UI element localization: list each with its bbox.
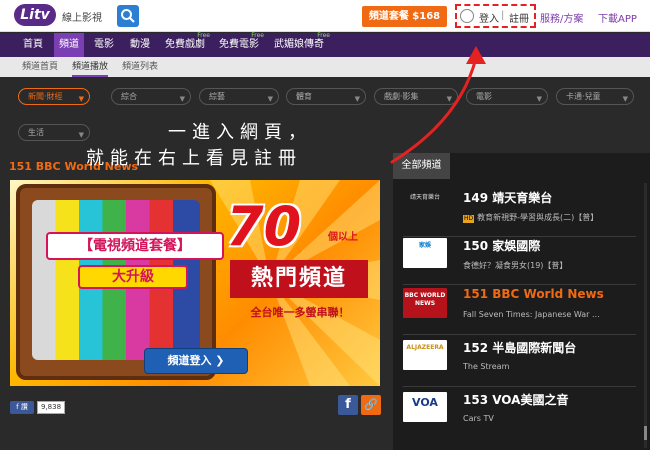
facebook-share-button[interactable]: f: [338, 395, 358, 415]
nav-free-movies[interactable]: 免費電影 Free: [214, 32, 264, 57]
free-tag: Free: [317, 32, 330, 39]
chevron-down-icon: ▼: [622, 95, 628, 103]
nav-free-movies-label: 免費電影: [219, 39, 259, 50]
channel-program: Cars TV: [463, 414, 494, 423]
user-icon: [460, 9, 474, 23]
filter-drama[interactable]: 戲劇‧影集 ▼: [374, 88, 458, 105]
filter-movies[interactable]: 電影 ▼: [466, 88, 548, 105]
annotation-line-1: 一進入網頁，: [168, 122, 312, 143]
channel-program: Fall Seven Times: Japanese War ...: [463, 310, 600, 319]
register-link[interactable]: 註冊: [509, 10, 529, 25]
chevron-down-icon: ▼: [179, 95, 185, 103]
chevron-down-icon: ▼: [78, 95, 84, 103]
nav-anime[interactable]: 動漫: [122, 33, 158, 57]
tab-channel-play[interactable]: 頻道播放: [72, 57, 109, 77]
search-icon: [121, 9, 135, 23]
channel-program: HD 教育新視野-學習與成長(二)【普】: [463, 212, 598, 223]
nav-movies-label: 電影: [94, 39, 114, 50]
filter-label: 電影: [476, 92, 492, 101]
channel-logo: VOA: [403, 392, 447, 422]
service-plan-link[interactable]: 服務/方案: [540, 10, 583, 25]
litv-logo[interactable]: Litv: [14, 4, 56, 26]
channel-row[interactable]: ALJAZEERA 152 半島國際新聞台 The Stream: [403, 331, 636, 387]
filter-label: 體育: [296, 92, 312, 101]
nav-home-label: 首頁: [23, 39, 43, 50]
filter-variety[interactable]: 綜藝 ▼: [199, 88, 279, 105]
channel-login-button[interactable]: 頻道登入 ❯: [144, 348, 248, 374]
search-button[interactable]: [117, 5, 139, 27]
filter-general[interactable]: 綜合 ▼: [111, 88, 191, 105]
tab-channel-home[interactable]: 頻道首頁: [22, 57, 58, 77]
nav-movies[interactable]: 電影: [86, 33, 122, 57]
video-player[interactable]: 【電視頻道套餐】 大升級 70 個以上 熱門頻道 全台唯一多螢串聯！ 頻道登入 …: [10, 180, 380, 386]
nav-home[interactable]: 首頁: [12, 33, 54, 57]
filter-label: 戲劇‧影集: [384, 92, 419, 101]
channel-row[interactable]: VOA 153 VOA美國之音 Cars TV: [403, 383, 636, 439]
top-header: Litv 線上影視 頻道套餐 $168 登入 | 註冊 服務/方案 下載APP: [0, 0, 650, 32]
free-tag: Free: [251, 32, 264, 39]
promo-hot-channels: 熱門頻道: [230, 260, 368, 298]
filter-label: 綜藝: [209, 92, 225, 101]
nav-free-drama[interactable]: 免費戲劇 Free: [160, 32, 210, 57]
nav-wu-mei-niang-label: 武媚娘傳奇: [274, 39, 324, 50]
channel-logo: 家娛: [403, 238, 447, 268]
channel-row-current[interactable]: BBC WORLD NEWS 151 BBC World News Fall S…: [403, 279, 636, 335]
channel-name: 151 BBC World News: [463, 287, 604, 301]
channel-row[interactable]: 家娛 150 家娛國際 食德好？凝食男女(19)【普】: [403, 229, 636, 285]
filter-kids[interactable]: 卡通‧兒童 ▼: [556, 88, 634, 105]
link-share-button[interactable]: 🔗: [361, 395, 381, 415]
chevron-down-icon: ▼: [446, 95, 452, 103]
channel-program: 食德好？凝食男女(19)【普】: [463, 261, 568, 270]
filter-label: 新聞‧財經: [28, 92, 63, 101]
like-count: 9,838: [37, 401, 66, 414]
filter-label: 生活: [28, 128, 44, 137]
filter-label: 綜合: [121, 92, 137, 101]
login-link[interactable]: 登入: [479, 10, 499, 25]
login-register-box: 登入 | 註冊: [455, 4, 536, 28]
program-title: 教育新視野-學習與成長(二)【普】: [477, 213, 599, 222]
nav-free-drama-label: 免費戲劇: [165, 39, 205, 50]
scrollbar-thumb[interactable]: [644, 426, 647, 440]
promo-upgrade: 大升級: [78, 265, 188, 289]
filter-lifestyle[interactable]: 生活 ▼: [18, 124, 90, 141]
chevron-down-icon: ▼: [354, 95, 360, 103]
main-nav: 首頁 頻道 電影 動漫 免費戲劇 Free 免費電影 Free 武媚娘傳奇 Free: [0, 32, 650, 57]
sub-nav: 頻道首頁 頻道播放 頻道列表: [0, 57, 650, 77]
promo-more-than: 個以上: [328, 232, 358, 243]
chevron-down-icon: ▼: [536, 95, 542, 103]
channel-name: 152 半島國際新聞台: [463, 341, 577, 355]
channel-list-panel: 全部頻道 靖天育樂台 149 靖天育樂台 HD 教育新視野-學習與成長(二)【普】…: [393, 153, 650, 450]
channel-name: 153 VOA美國之音: [463, 393, 569, 407]
channel-logo: ALJAZEERA: [403, 340, 447, 370]
nav-channels[interactable]: 頻道: [54, 33, 84, 57]
nav-anime-label: 動漫: [130, 39, 150, 50]
scrollbar-track[interactable]: [644, 183, 647, 448]
filter-label: 卡通‧兒童: [566, 92, 601, 101]
tab-channel-list[interactable]: 頻道列表: [122, 57, 158, 77]
nav-channels-label: 頻道: [59, 39, 79, 50]
channel-logo: 靖天育樂台: [403, 190, 447, 220]
promo-headline: 【電視頻道套餐】: [46, 232, 224, 260]
facebook-like-button[interactable]: f 讚: [10, 401, 34, 414]
annotation-line-2: 就能在右上看見註冊: [86, 148, 302, 169]
channel-logo: BBC WORLD NEWS: [403, 288, 447, 318]
filter-news[interactable]: 新聞‧財經 ▼: [18, 88, 90, 105]
promo-tagline: 全台唯一多螢串聯！: [250, 306, 350, 319]
filter-sports[interactable]: 體育 ▼: [286, 88, 366, 105]
chevron-down-icon: ▼: [267, 95, 273, 103]
logo-subtitle: 線上影視: [62, 13, 102, 24]
hd-badge: HD: [463, 215, 475, 223]
separator: |: [501, 10, 505, 21]
chevron-down-icon: ▼: [78, 131, 84, 139]
nav-wu-mei-niang[interactable]: 武媚娘傳奇 Free: [268, 32, 330, 57]
channel-name: 150 家娛國際: [463, 239, 541, 253]
package-button[interactable]: 頻道套餐 $168: [362, 6, 447, 27]
download-app-link[interactable]: 下載APP: [598, 10, 637, 25]
channel-name: 149 靖天育樂台: [463, 191, 553, 205]
free-tag: Free: [197, 32, 210, 39]
tab-all-channels[interactable]: 全部頻道: [393, 153, 450, 179]
channel-program: The Stream: [463, 362, 510, 371]
promo-number: 70: [226, 195, 302, 258]
